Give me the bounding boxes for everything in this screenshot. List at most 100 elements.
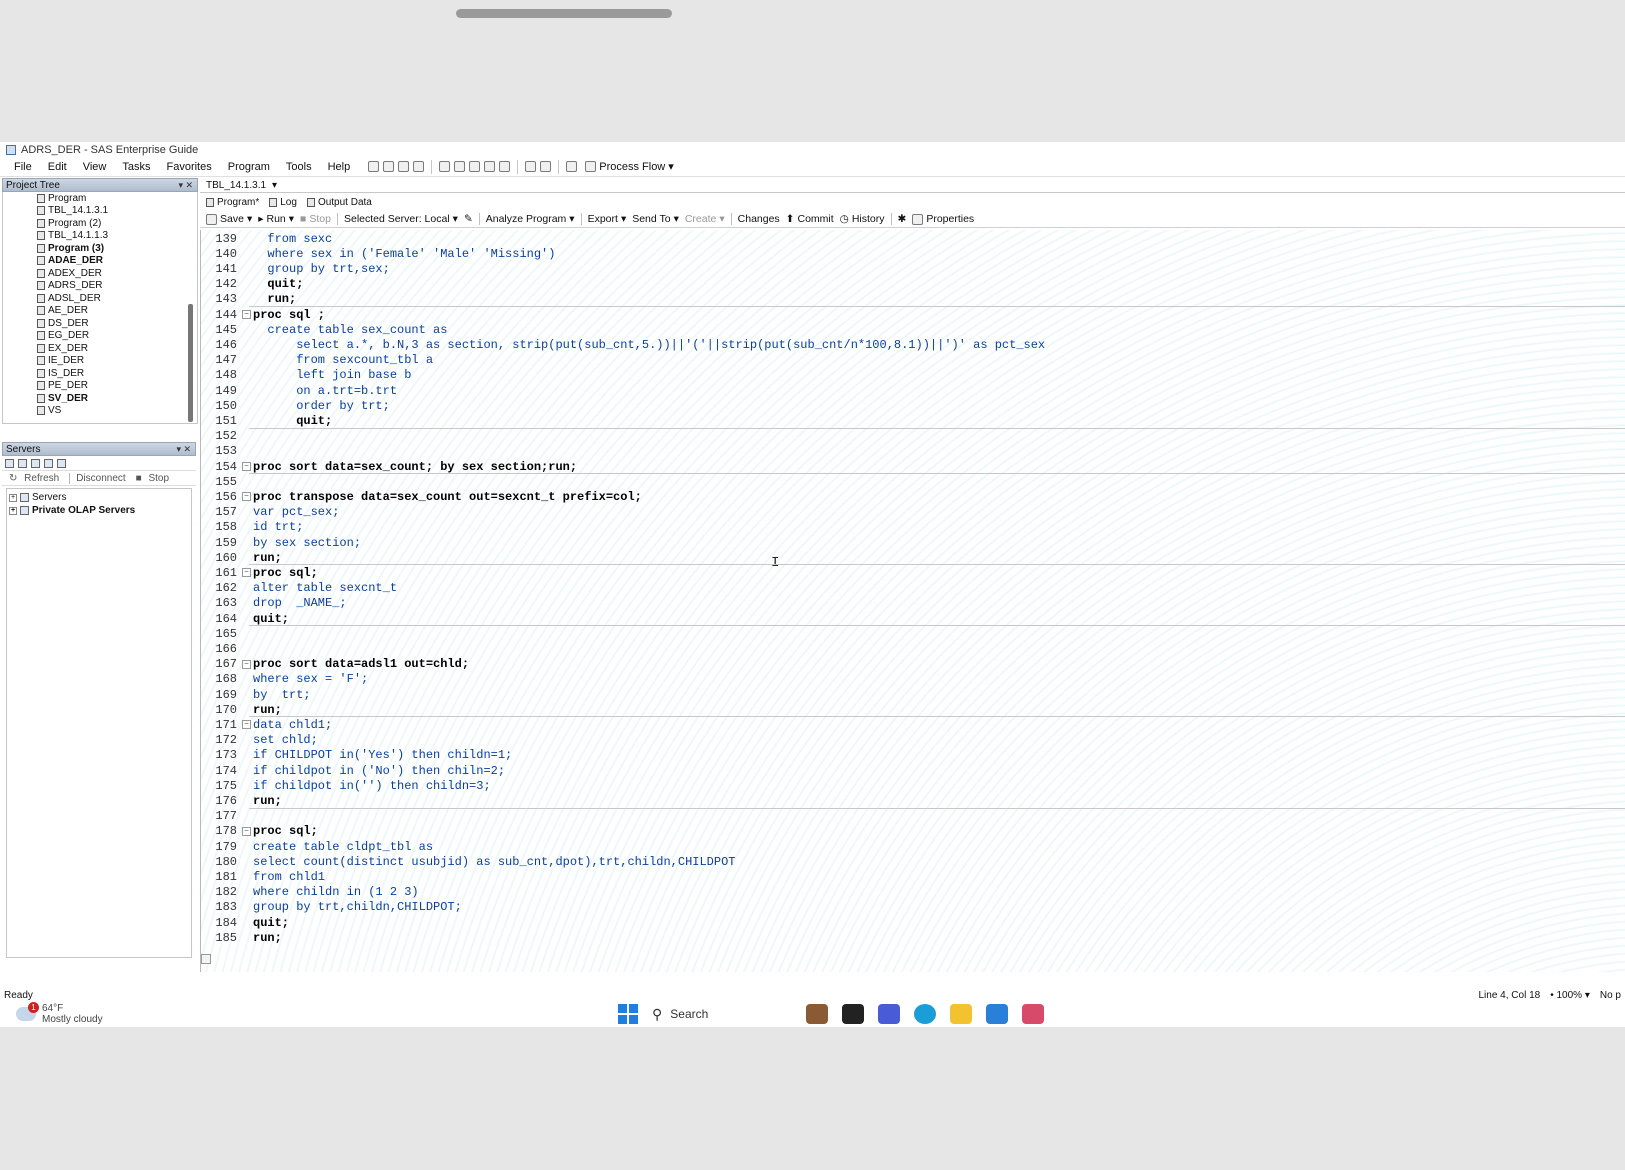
code-line[interactable]: 140 where sex in ('Female' 'Male' 'Missi… bbox=[201, 246, 1625, 261]
code-line[interactable]: 165 bbox=[201, 625, 1625, 641]
chevron-down-icon[interactable]: ▾ bbox=[272, 180, 277, 191]
code-line[interactable]: 156− proc transpose data=sex_count out=se… bbox=[201, 489, 1625, 504]
tree-item[interactable]: AE_DER bbox=[3, 305, 197, 318]
code-line[interactable]: 153 bbox=[201, 444, 1625, 459]
windows-start-icon[interactable] bbox=[618, 1004, 638, 1024]
tab-output-data[interactable]: Output Data bbox=[306, 197, 372, 208]
snipping-tool-icon[interactable] bbox=[1022, 1004, 1044, 1024]
collapse-icon[interactable]: − bbox=[242, 492, 251, 502]
expand-icon[interactable]: + bbox=[9, 493, 17, 502]
process-flow-button[interactable]: Process Flow ▾ bbox=[585, 160, 674, 173]
pane-controls-icon[interactable]: ▾ ✕ bbox=[176, 444, 195, 455]
open-icon[interactable] bbox=[383, 161, 395, 172]
weather-widget[interactable]: 1 64°F Mostly cloudy bbox=[16, 1002, 103, 1025]
view-icon[interactable] bbox=[566, 161, 578, 172]
code-line[interactable]: 144− proc sql ; bbox=[201, 306, 1625, 322]
save-button[interactable]: Save ▾ bbox=[206, 213, 252, 225]
create-button[interactable]: Create ▾ bbox=[685, 213, 725, 225]
tree-item[interactable]: ADSL_DER bbox=[3, 292, 197, 305]
code-line[interactable]: 185 run; bbox=[201, 930, 1625, 945]
code-line[interactable]: 175 if childpot in('') then childn=3; bbox=[201, 778, 1625, 793]
tree-item[interactable]: TBL_14.1.3.1 bbox=[3, 205, 197, 218]
analyze-program-button[interactable]: Analyze Program ▾ bbox=[486, 213, 575, 225]
code-line[interactable]: 141 group by trt,sex; bbox=[201, 261, 1625, 276]
code-line[interactable]: 180 select count(distinct usubjid) as sub… bbox=[201, 854, 1625, 869]
delete-icon[interactable] bbox=[499, 161, 511, 172]
code-line[interactable]: 172 set chld; bbox=[201, 733, 1625, 748]
menu-program[interactable]: Program bbox=[220, 159, 278, 175]
menu-view[interactable]: View bbox=[75, 159, 115, 175]
teams-icon[interactable] bbox=[878, 1004, 900, 1024]
code-line[interactable]: 161− proc sql; bbox=[201, 564, 1625, 580]
code-line[interactable]: 166 bbox=[201, 641, 1625, 656]
menu-file[interactable]: File bbox=[6, 159, 40, 175]
tree-item[interactable]: IS_DER bbox=[3, 367, 197, 380]
folder-icon[interactable] bbox=[18, 458, 27, 468]
code-line[interactable]: 154− proc sort data=sex_count; by sex sec… bbox=[201, 459, 1625, 474]
file-explorer-icon[interactable] bbox=[950, 1004, 972, 1024]
tree-item[interactable]: Program (2) bbox=[3, 217, 197, 230]
cut-icon[interactable] bbox=[454, 161, 466, 172]
collapse-icon[interactable]: − bbox=[242, 462, 251, 471]
code-line[interactable]: 158 id trt; bbox=[201, 520, 1625, 535]
tree-item[interactable]: IE_DER bbox=[3, 355, 197, 368]
tree-item[interactable]: VS bbox=[3, 405, 197, 418]
stop-button[interactable]: ■ Stop bbox=[300, 213, 331, 225]
zoom-level[interactable]: • 100% ▾ bbox=[1550, 990, 1590, 1001]
menu-tools[interactable]: Tools bbox=[278, 159, 320, 175]
code-editor[interactable]: I 139 from sexc 140 where sex in ('Female… bbox=[200, 230, 1625, 972]
tree-item[interactable]: SV_DER bbox=[3, 392, 197, 405]
tree-node-olap[interactable]: + Private OLAP Servers bbox=[7, 504, 191, 517]
code-line[interactable]: 145 create table sex_count as bbox=[201, 322, 1625, 337]
code-line[interactable]: 150 order by trt; bbox=[201, 398, 1625, 413]
code-line[interactable]: 139 from sexc bbox=[201, 231, 1625, 246]
send-to-button[interactable]: Send To ▾ bbox=[632, 213, 679, 225]
document-tab[interactable]: TBL_14.1.3.1 ▾ bbox=[200, 178, 1625, 193]
paste-icon[interactable] bbox=[484, 161, 496, 172]
code-line[interactable]: 159 by sex section; bbox=[201, 535, 1625, 550]
code-line[interactable]: 160 run; bbox=[201, 550, 1625, 565]
task-view-icon[interactable] bbox=[842, 1004, 864, 1024]
tree-item[interactable]: EX_DER bbox=[3, 342, 197, 355]
code-line[interactable]: 142 quit; bbox=[201, 277, 1625, 292]
tree-item[interactable]: Program bbox=[3, 192, 197, 205]
code-line[interactable]: 146 select a.*, b.N,3 as section, strip(… bbox=[201, 337, 1625, 352]
collapse-icon[interactable]: − bbox=[242, 568, 251, 578]
code-line[interactable]: 174 if childpot in ('No') then chiln=2; bbox=[201, 763, 1625, 778]
export-button[interactable]: Export ▾ bbox=[588, 213, 627, 225]
code-line[interactable]: 173 if CHILDPOT in('Yes') then childn=1; bbox=[201, 748, 1625, 763]
code-line[interactable]: 157 var pct_sex; bbox=[201, 505, 1625, 520]
server-icon[interactable] bbox=[31, 458, 40, 468]
collapse-icon[interactable]: − bbox=[242, 826, 251, 836]
code-line[interactable]: 170 run; bbox=[201, 702, 1625, 717]
undo-icon[interactable] bbox=[525, 161, 537, 172]
code-line[interactable]: 148 left join base b bbox=[201, 368, 1625, 383]
tree-node-servers[interactable]: + Servers bbox=[7, 491, 191, 504]
wand-icon[interactable]: ✎ bbox=[464, 213, 473, 225]
code-line[interactable]: 164 quit; bbox=[201, 611, 1625, 626]
tree-item[interactable]: ADRS_DER bbox=[3, 280, 197, 293]
code-line[interactable]: 171− data chld1; bbox=[201, 716, 1625, 732]
edge-browser-icon[interactable] bbox=[914, 1004, 936, 1024]
collapse-icon[interactable]: − bbox=[242, 659, 251, 669]
code-line[interactable]: 182 where childn in (1 2 3) bbox=[201, 885, 1625, 900]
copy-icon[interactable] bbox=[469, 161, 481, 172]
code-line[interactable]: 179 create table cldpt_tbl as bbox=[201, 839, 1625, 854]
expand-icon[interactable]: + bbox=[9, 506, 17, 515]
code-line[interactable]: 152 bbox=[201, 427, 1625, 444]
code-line[interactable]: 162 alter table sexcnt_t bbox=[201, 581, 1625, 596]
code-line[interactable]: 147 from sexcount_tbl a bbox=[201, 353, 1625, 368]
code-line[interactable]: 169 by trt; bbox=[201, 687, 1625, 702]
disconnect-button[interactable]: Disconnect bbox=[72, 473, 129, 484]
scroll-corner[interactable] bbox=[201, 954, 211, 964]
print-icon[interactable] bbox=[439, 161, 451, 172]
code-line[interactable]: 181 from chld1 bbox=[201, 869, 1625, 884]
settings-icon[interactable]: ✱ bbox=[898, 213, 907, 225]
collapse-icon[interactable]: − bbox=[242, 720, 251, 730]
menu-help[interactable]: Help bbox=[320, 159, 359, 175]
code-line[interactable]: 184 quit; bbox=[201, 915, 1625, 930]
history-button[interactable]: ◷ History bbox=[840, 213, 885, 225]
code-line[interactable]: 151 quit; bbox=[201, 413, 1625, 428]
menu-edit[interactable]: Edit bbox=[40, 159, 75, 175]
tree-item[interactable]: TBL_14.1.1.3 bbox=[3, 230, 197, 243]
